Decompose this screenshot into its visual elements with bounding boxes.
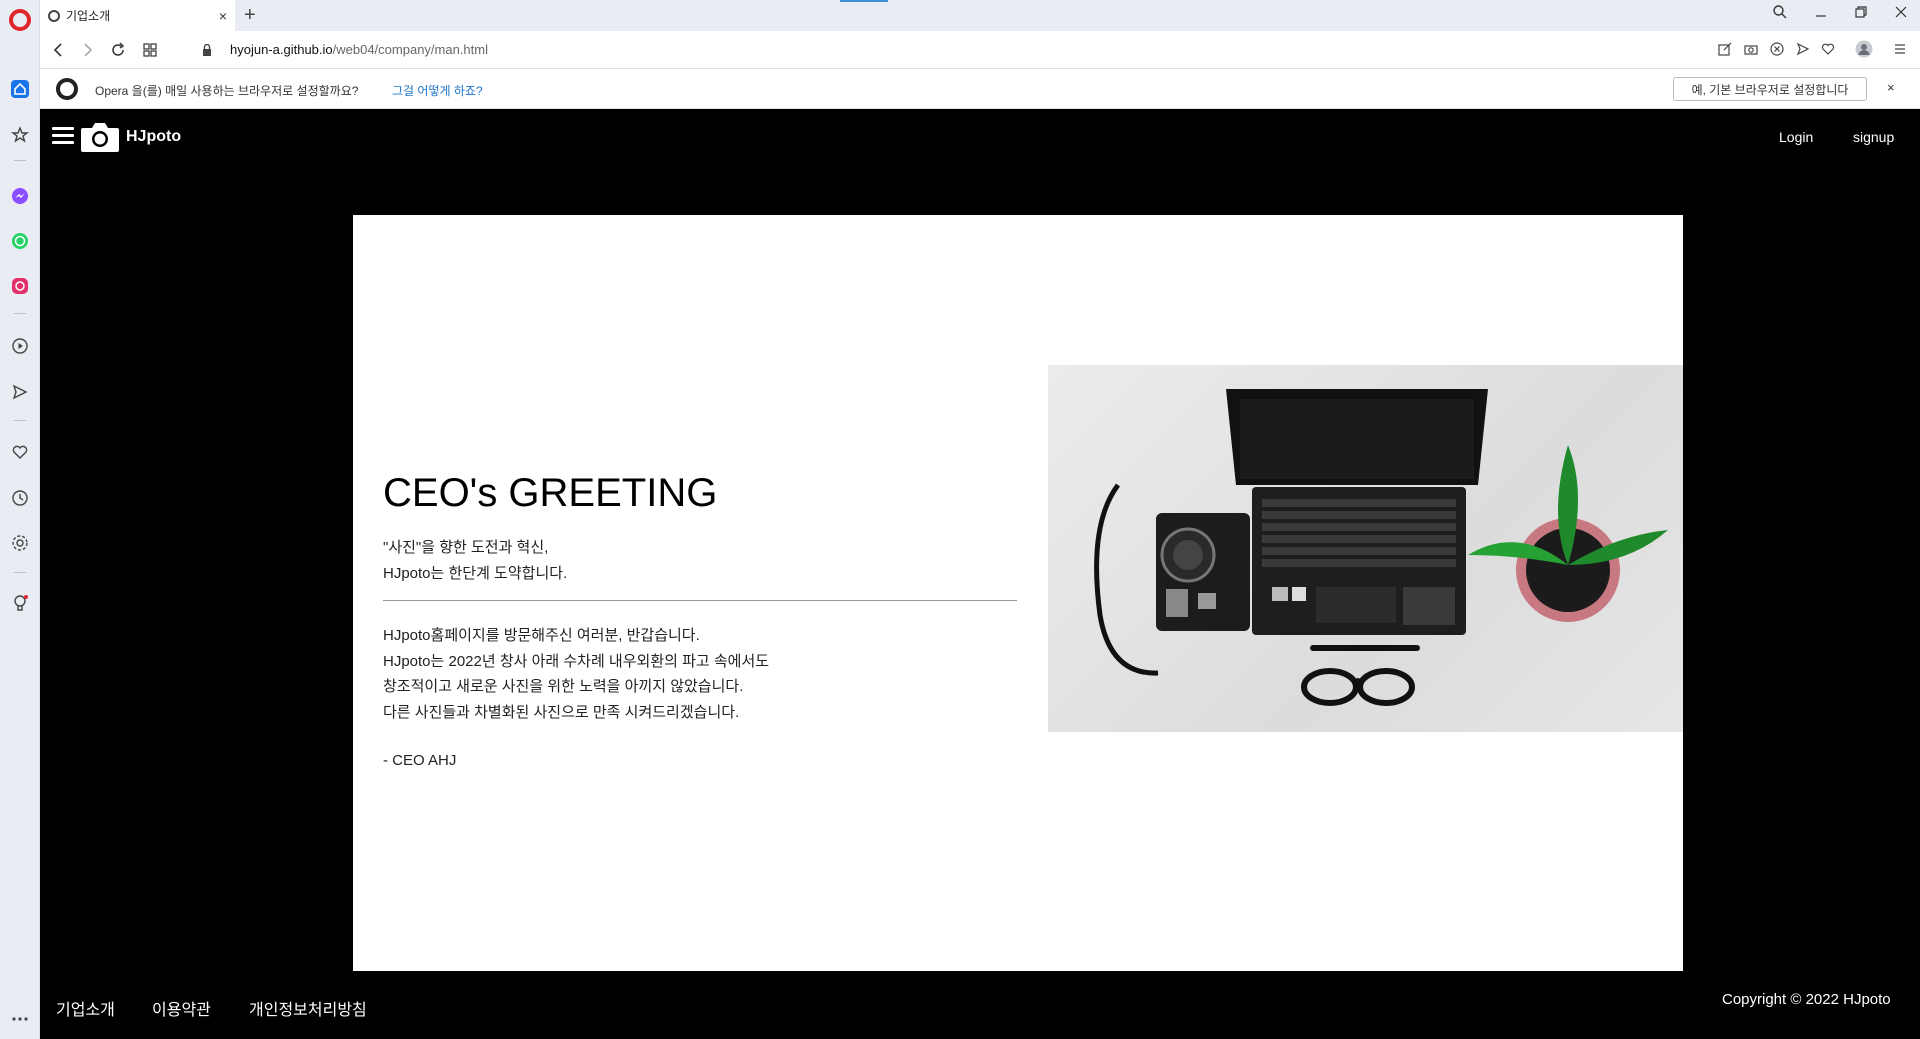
website: HJpoto Login signup CEO's GREETING "사진"을…	[40, 109, 1920, 1039]
signup-link[interactable]: signup	[1853, 129, 1894, 145]
snapshot-edit-icon[interactable]	[1716, 40, 1734, 58]
greeting-body-3: 창조적이고 새로운 사진을 위한 노력을 아끼지 않았습니다.	[383, 678, 744, 695]
instagram-icon[interactable]	[9, 275, 31, 297]
globe-icon	[48, 9, 60, 22]
search-tabs-icon[interactable]	[1772, 4, 1788, 25]
set-default-button[interactable]: 예, 기본 브라우저로 설정합니다	[1673, 77, 1867, 101]
greeting-subtitle-2: HJpoto는 한단계 도약합니다.	[383, 565, 568, 582]
infobar-close-button[interactable]: ×	[1887, 80, 1895, 95]
default-browser-infobar: Opera 을(를) 매일 사용하는 브라우저로 설정할까요? 그걸 어떻게 하…	[40, 69, 1920, 109]
bookmark-star-icon[interactable]	[9, 124, 31, 146]
tab-indicator	[840, 0, 888, 2]
more-dots-icon[interactable]	[9, 1008, 31, 1030]
browser-tab[interactable]: 기업소개 ×	[40, 0, 235, 31]
close-window-icon[interactable]	[1894, 4, 1908, 25]
greeting-body-4: 다른 사진들과 차별화된 사진으로 만족 시켜드리겠습니다.	[383, 704, 740, 721]
restore-icon[interactable]	[1854, 4, 1868, 25]
send-page-icon[interactable]	[1794, 40, 1812, 58]
infobar-help-link[interactable]: 그걸 어떻게 하죠?	[392, 82, 483, 99]
opera-o-icon	[56, 78, 78, 100]
forward-icon[interactable]	[78, 40, 98, 60]
camera-icon[interactable]	[1742, 40, 1760, 58]
opera-sidebar	[0, 0, 40, 1039]
easy-setup-icon[interactable]	[1891, 40, 1909, 58]
greeting-title: CEO's GREETING	[383, 471, 718, 515]
greeting-card: CEO's GREETING "사진"을 향한 도전과 혁신, HJpoto는 …	[353, 215, 1683, 971]
divider	[383, 600, 1017, 601]
lightbulb-icon[interactable]	[9, 592, 31, 614]
tab-bar: 기업소개 × +	[40, 0, 1920, 31]
infobar-message: Opera 을(를) 매일 사용하는 브라우저로 설정할까요?	[95, 84, 359, 98]
settings-gear-icon[interactable]	[9, 532, 31, 554]
site-brand[interactable]: HJpoto	[126, 128, 181, 146]
footer-link-terms[interactable]: 이용약관	[152, 996, 211, 1020]
adblock-icon[interactable]	[1768, 40, 1786, 58]
url-path: /web04/company/man.html	[332, 42, 488, 57]
back-icon[interactable]	[48, 40, 68, 60]
footer-link-company[interactable]: 기업소개	[56, 996, 115, 1020]
menu-hamburger-icon[interactable]	[52, 127, 74, 145]
tab-title: 기업소개	[66, 9, 111, 23]
url-field[interactable]: hyojun-a.github.io/web04/company/man.htm…	[230, 42, 488, 57]
send-icon[interactable]	[9, 381, 31, 403]
desk-photo	[1048, 365, 1683, 732]
profile-avatar-icon[interactable]	[1855, 40, 1873, 58]
player-icon[interactable]	[9, 335, 31, 357]
camera-logo-icon[interactable]	[80, 120, 120, 153]
new-tab-button[interactable]: +	[244, 4, 256, 27]
greeting-body-2: HJpoto는 2022년 창사 아래 수차례 내우외환의 파고 속에서도	[383, 653, 770, 670]
heart-icon[interactable]	[9, 441, 31, 463]
minimize-icon[interactable]	[1814, 4, 1828, 25]
tabs-grid-icon[interactable]	[140, 40, 160, 60]
copyright-text: Copyright © 2022 HJpoto	[1722, 991, 1891, 1008]
address-bar: hyojun-a.github.io/web04/company/man.htm…	[40, 31, 1920, 69]
footer-link-privacy[interactable]: 개인정보처리방침	[249, 996, 367, 1020]
url-host: hyojun-a.github.io	[230, 42, 333, 57]
favorite-heart-icon[interactable]	[1819, 40, 1837, 58]
greeting-body-1: HJpoto홈페이지를 방문해주신 여러분, 반갑습니다.	[383, 627, 700, 644]
lock-icon[interactable]	[202, 43, 212, 56]
reload-icon[interactable]	[108, 40, 128, 60]
messenger-icon[interactable]	[9, 185, 31, 207]
login-link[interactable]: Login	[1779, 129, 1813, 145]
greeting-subtitle-1: "사진"을 향한 도전과 혁신,	[383, 539, 549, 556]
history-clock-icon[interactable]	[9, 487, 31, 509]
ceo-signature: - CEO AHJ	[383, 752, 457, 769]
whatsapp-icon[interactable]	[9, 230, 31, 252]
opera-logo-icon[interactable]	[9, 9, 31, 31]
home-icon[interactable]	[9, 78, 31, 100]
tab-close-button[interactable]: ×	[219, 8, 227, 24]
